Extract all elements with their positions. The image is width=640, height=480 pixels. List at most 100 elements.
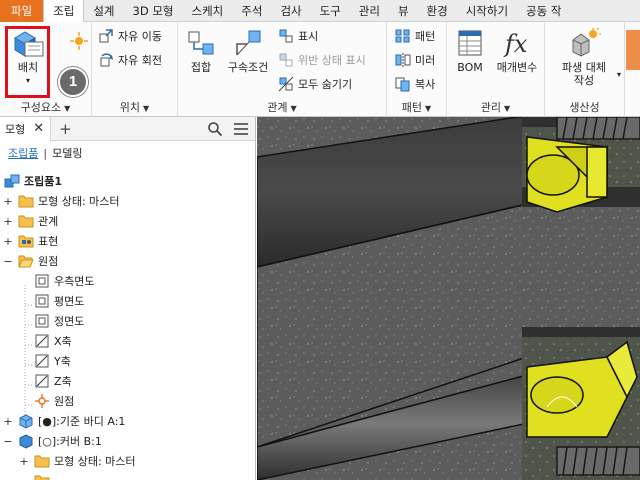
tree-item-base-body[interactable]: [●]:기준 바디 A:1 <box>18 411 125 431</box>
bom-button[interactable]: BOM <box>451 28 489 74</box>
copy-icon <box>395 77 410 92</box>
subtab-assembly[interactable]: 조립품 <box>8 145 38 161</box>
show-violation-button[interactable]: 위반 상태 표시 <box>278 50 366 70</box>
menu-icon[interactable] <box>233 121 249 137</box>
pattern-panel-title[interactable]: 패턴 ▼ <box>387 99 446 115</box>
collapse-icon[interactable]: − <box>3 255 13 268</box>
free-move-icon <box>99 29 113 43</box>
tree-item-xz-plane[interactable]: 평면도 <box>34 291 84 311</box>
tab-inspect[interactable]: 검사 <box>271 0 310 22</box>
pattern-button[interactable]: 패턴 <box>395 26 435 46</box>
bom-icon <box>458 30 482 56</box>
component-panel-title[interactable]: 구성요소 ▼ <box>0 99 91 115</box>
position-panel-title[interactable]: 위치 ▼ <box>92 99 177 115</box>
search-icon[interactable] <box>207 121 223 137</box>
expand-icon[interactable]: + <box>3 195 13 208</box>
tab-design[interactable]: 설계 <box>84 0 123 22</box>
free-rotate-button[interactable]: 자유 회전 <box>98 50 162 70</box>
browser-tab-model[interactable]: 모형 ✕ <box>0 116 52 141</box>
part-icon <box>19 414 33 429</box>
folder-icon <box>34 455 50 468</box>
step-callout: 1 <box>58 67 88 97</box>
assembly-icon <box>4 174 20 188</box>
subtab-modeling[interactable]: 모델링 <box>52 145 82 161</box>
tree-item-relationships[interactable]: 관계 <box>18 211 58 231</box>
tree-item-representations[interactable]: 표현 <box>18 231 58 251</box>
tree-item-center-point[interactable]: 원점 <box>34 391 74 411</box>
folder-icon <box>18 195 34 208</box>
derive-dropdown-icon[interactable]: ▾ <box>617 70 621 79</box>
tree-item-yz-plane[interactable]: 우측면도 <box>34 271 94 291</box>
productivity-panel: 파생 대체 작성 ▾ 생산성 <box>545 22 625 117</box>
place-highlight-box <box>5 26 50 98</box>
join-icon <box>188 31 214 55</box>
sparkle-icon <box>70 32 88 50</box>
tree-item-x-axis[interactable]: X축 <box>34 331 72 351</box>
derive-substitute-icon <box>572 27 601 57</box>
tree-item-cover[interactable]: [○]:커버 B:1 <box>18 431 102 451</box>
add-tab-icon[interactable]: + <box>59 120 72 138</box>
plane-icon <box>35 294 49 308</box>
folder-icon <box>34 475 50 480</box>
tab-assemble[interactable]: 조립 <box>43 0 85 23</box>
tab-manage[interactable]: 관리 <box>350 0 389 22</box>
free-move-button[interactable]: 자유 이동 <box>98 26 162 46</box>
tab-environments[interactable]: 환경 <box>418 0 457 22</box>
parameters-button[interactable]: fx 매개변수 <box>491 28 543 74</box>
tree-item-origin[interactable]: 원점 <box>18 251 58 271</box>
tab-3d-model[interactable]: 3D 모형 <box>124 0 183 22</box>
show-button[interactable]: 표시 <box>278 26 318 46</box>
expand-icon[interactable]: + <box>3 415 13 428</box>
menu-bar: 파일 조립 설계 3D 모형 스케치 주석 검사 도구 관리 뷰 환경 시작하기… <box>0 0 640 23</box>
violation-icon <box>279 53 293 67</box>
fx-icon: fx <box>503 30 528 58</box>
close-icon[interactable]: ✕ <box>33 121 44 136</box>
join-label: 접합 <box>190 61 212 74</box>
plane-icon <box>35 274 49 288</box>
manage-panel-title[interactable]: 관리 ▼ <box>447 99 544 115</box>
derive-label-line2: 작성 <box>573 74 595 87</box>
position-panel: 자유 이동 자유 회전 위치 ▼ <box>92 22 178 117</box>
tree-item-z-axis[interactable]: Z축 <box>34 371 72 391</box>
graphics-viewport[interactable] <box>257 117 640 480</box>
axis-icon <box>35 374 49 388</box>
ribbon: 배치 ▾ 1 구성요소 ▼ 자유 이동 자유 회전 위치 ▼ 접합 구속조건 표… <box>0 22 640 117</box>
collapse-icon[interactable]: − <box>3 435 13 448</box>
browser-subtabs: 조립품 | 모델링 <box>0 141 255 165</box>
relations-panel-title[interactable]: 관계 ▼ <box>178 99 386 115</box>
join-button[interactable]: 접합 <box>184 28 218 74</box>
mirror-button[interactable]: 미러 <box>395 50 435 70</box>
productivity-panel-title: 생산성 <box>569 101 600 114</box>
tab-annotate[interactable]: 주석 <box>232 0 271 22</box>
tab-get-started[interactable]: 시작하기 <box>457 0 517 22</box>
axis-icon <box>35 334 49 348</box>
tree-item-y-axis[interactable]: Y축 <box>34 351 71 371</box>
tab-collaborate[interactable]: 공동 작 <box>517 0 570 22</box>
mirror-icon <box>395 53 411 67</box>
tab-tools[interactable]: 도구 <box>311 0 350 22</box>
tree-item-assembly[interactable]: 조립품1 <box>4 171 62 191</box>
representations-icon <box>18 235 34 248</box>
hide-all-button[interactable]: 모두 숨기기 <box>278 74 352 94</box>
hide-all-icon <box>278 76 294 92</box>
tab-view[interactable]: 뷰 <box>389 0 418 22</box>
constrain-button[interactable]: 구속조건 <box>222 28 274 74</box>
derive-label-line1: 파생 대체 <box>562 61 606 74</box>
manage-panel: BOM fx 매개변수 관리 ▼ <box>447 22 545 117</box>
pattern-panel: 패턴 미러 복사 패턴 ▼ <box>387 22 447 117</box>
plane-icon <box>35 314 49 328</box>
component-panel: 배치 ▾ 1 구성요소 ▼ <box>0 22 92 117</box>
origin-point-icon <box>35 394 49 408</box>
ribbon-overflow-icon[interactable] <box>626 30 640 70</box>
expand-icon[interactable]: + <box>3 235 13 248</box>
tree-item-xy-plane[interactable]: 정면도 <box>34 311 84 331</box>
copy-button[interactable]: 복사 <box>395 74 435 94</box>
expand-icon[interactable]: + <box>3 215 13 228</box>
tab-sketch[interactable]: 스케치 <box>183 0 233 22</box>
tab-file[interactable]: 파일 <box>0 0 44 22</box>
derive-substitute-button[interactable]: 파생 대체 작성 <box>551 27 617 87</box>
constrain-icon <box>236 30 261 56</box>
expand-icon[interactable]: + <box>19 455 29 468</box>
tree-item-model-state[interactable]: 모형 상태: 마스터 <box>18 191 120 211</box>
tree-item-cover-model-state[interactable]: 모형 상태: 마스터 <box>34 451 136 471</box>
